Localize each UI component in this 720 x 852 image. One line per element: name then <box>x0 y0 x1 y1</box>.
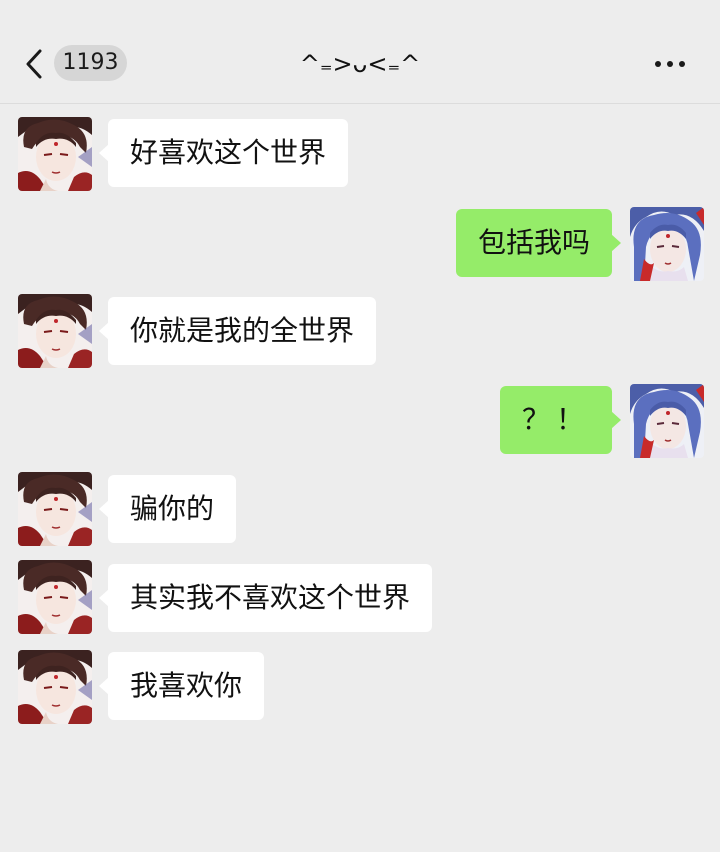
more-options-icon[interactable] <box>650 46 690 82</box>
message-bubble-received[interactable]: 其实我不喜欢这个世界 <box>98 564 433 632</box>
contact-avatar[interactable] <box>18 294 92 368</box>
contact-avatar[interactable] <box>18 472 92 546</box>
message-bubble-received[interactable]: 好喜欢这个世界 <box>98 119 349 187</box>
message-bubble-received[interactable]: 我喜欢你 <box>98 652 265 720</box>
contact-avatar[interactable] <box>18 560 92 634</box>
message-bubble-sent[interactable]: ？！ <box>499 386 622 454</box>
own-avatar[interactable] <box>630 384 704 458</box>
own-avatar[interactable] <box>630 207 704 281</box>
back-arrow-icon[interactable] <box>22 46 52 82</box>
message-bubble-received[interactable]: 你就是我的全世界 <box>98 297 377 365</box>
message-bubble-received[interactable]: 骗你的 <box>98 475 237 543</box>
contact-avatar[interactable] <box>18 650 92 724</box>
chat-title: ^₌>ᴗ<₌^ <box>299 50 421 78</box>
unread-count-badge[interactable]: 1193 <box>54 45 127 81</box>
message-bubble-sent[interactable]: 包括我吗 <box>455 209 622 277</box>
chat-header: 1193 ^₌>ᴗ<₌^ <box>0 0 720 104</box>
contact-avatar[interactable] <box>18 117 92 191</box>
